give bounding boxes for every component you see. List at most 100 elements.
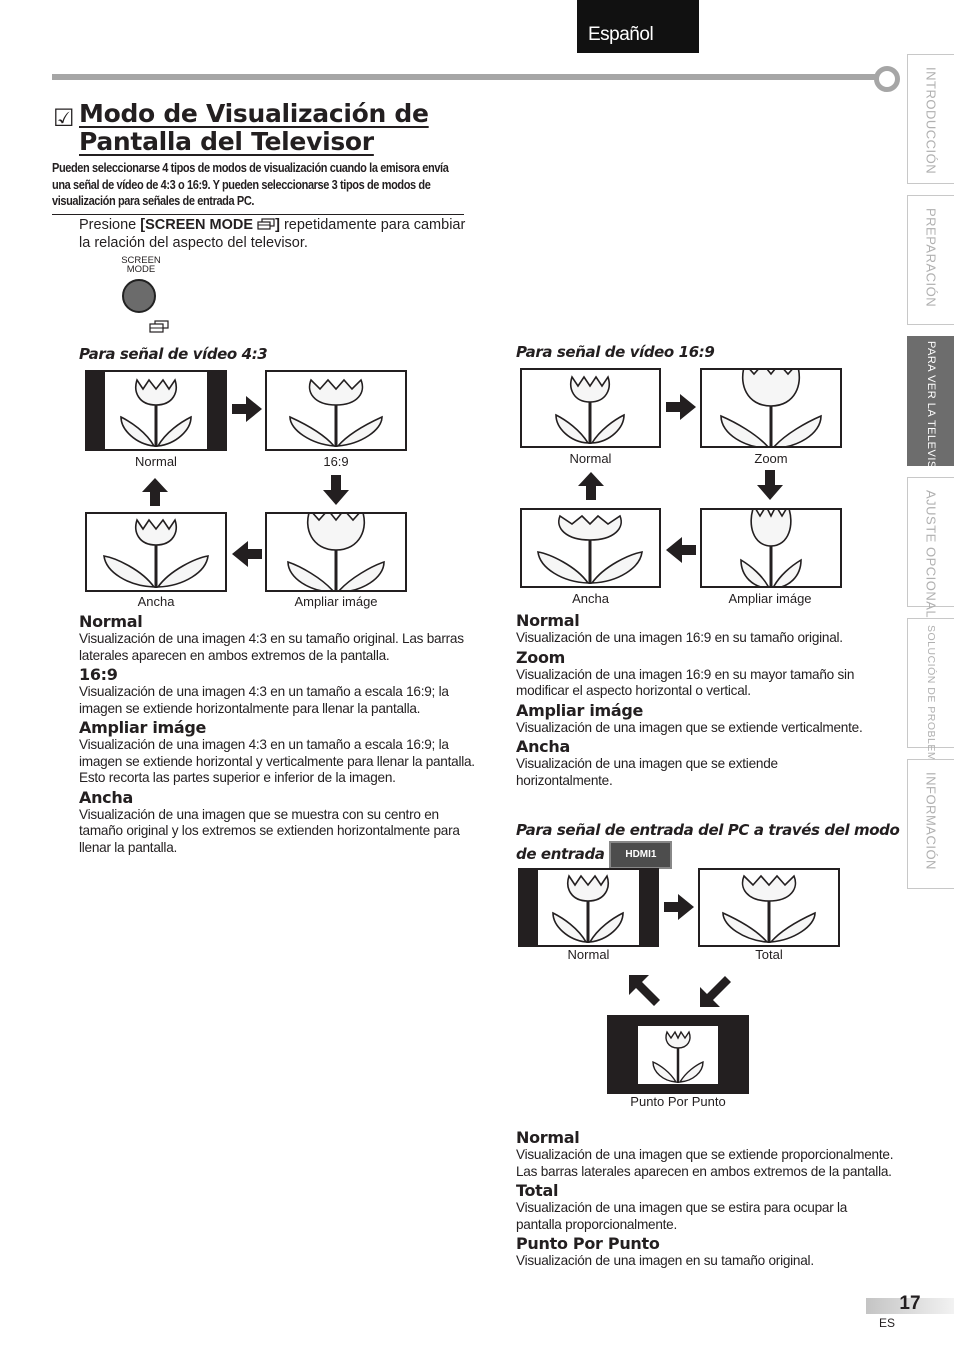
arrow-down-icon [757, 470, 783, 500]
screen-illustration-normal-pc [518, 868, 659, 947]
button-label-line2: MODE [126, 264, 156, 275]
side-tab-para-ver-la-television[interactable]: PARA VER LA TELEVISIÓN [907, 336, 954, 490]
side-tab-label: SOLUCIÓN DE PROBLEMAS [925, 625, 937, 777]
side-tab-solucion-de-problemas[interactable]: SOLUCIÓN DE PROBLEMAS [907, 618, 954, 776]
tulip-icon [740, 510, 802, 586]
arrow-up-icon [578, 472, 604, 500]
desc-title: Punto Por Punto [516, 1234, 660, 1253]
descriptions-pc: Normal Visualización de una imagen que s… [516, 1129, 896, 1272]
screen-mode-icon [149, 320, 169, 338]
desc-title: Ampliar imáge [79, 718, 207, 737]
desc-text: Visualización de una imagen que se muest… [79, 806, 460, 855]
screen-illustration-total-pc [698, 868, 840, 947]
screen-illustration-ancha-169 [520, 508, 661, 588]
page-language-code: ES [879, 1316, 896, 1330]
arrow-up-left-icon [629, 975, 661, 1007]
screen-mode-button[interactable] [122, 279, 156, 313]
side-tab-label: INTRODUCCIÓN [923, 67, 939, 175]
arrow-right-icon [666, 394, 696, 420]
desc-text: Visualización de una imagen 16:9 en su t… [516, 630, 843, 645]
side-tab-informacion[interactable]: INFORMACIÓN [907, 759, 954, 889]
desc-text: Visualización de una imagen que se estir… [516, 1200, 848, 1232]
tulip-icon [555, 375, 625, 444]
desc-text: Visualización de una imagen 16:9 en su m… [516, 666, 855, 699]
side-tab-label: INFORMACIÓN [923, 772, 939, 870]
desc-text: Visualización de una imagen 4:3 en su ta… [79, 631, 464, 663]
tulip-icon [638, 1026, 718, 1084]
desc-text: Visualización de una imagen 4:3 en un ta… [79, 684, 449, 716]
screen-illustration-169-43 [265, 370, 407, 451]
intro-divider [52, 214, 464, 215]
pc-heading-line1: Para señal de entrada del PC a través de… [516, 821, 900, 839]
screen-illustration-zoom-169 [700, 368, 842, 448]
caption-ampliar-169: Ampliar imáge [728, 591, 812, 606]
desc-title: Normal [79, 612, 143, 631]
pc-heading-line2: de entrada [516, 845, 610, 863]
desc-text: Visualización de una imagen que se extie… [516, 1147, 894, 1179]
arrow-down-icon [323, 475, 349, 505]
desc-text: Visualización de una imagen que se extie… [516, 719, 863, 735]
side-tab-ajuste-opcional[interactable]: AJUSTE OPCIONAL [907, 477, 954, 618]
instruction-text: Presione [SCREEN MODE ] repetidamente pa… [79, 217, 469, 252]
page-title-line2: Pantalla del Televisor [79, 127, 374, 156]
header-rule-ring [874, 66, 900, 92]
arrow-left-icon [666, 537, 696, 563]
page-title: Modo de Visualización de Pantalla del Te… [79, 100, 429, 156]
section-heading-video-169: Para señal de vídeo 16:9 [516, 343, 715, 361]
screen-illustration-normal-169 [520, 368, 661, 448]
desc-title: Ampliar imáge [516, 700, 644, 720]
screen-mode-button-label: SCREEN MODE [112, 256, 170, 275]
caption-normal-43: Normal [135, 454, 177, 469]
tulip-icon [105, 372, 207, 449]
desc-text: Visualización de una imagen en su tamaño… [516, 1253, 814, 1268]
desc-title: Normal [516, 1128, 580, 1147]
desc-title: Ancha [516, 737, 570, 756]
caption-zoom-169: Zoom [754, 451, 788, 466]
desc-text: Visualización de una imagen que se extie… [516, 756, 778, 788]
screen-illustration-ampliar-43 [265, 512, 407, 592]
caption-normal-pc: Normal [567, 947, 610, 962]
desc-title: Ancha [79, 787, 133, 807]
tulip-icon [720, 370, 822, 446]
checkbox-icon: ☑ [53, 105, 75, 132]
tulip-icon [103, 518, 209, 588]
tulip-icon [538, 870, 639, 945]
desc-title: 16:9 [79, 665, 118, 684]
page-number: 17 [899, 1293, 921, 1314]
screen-illustration-normal-43 [85, 370, 227, 451]
caption-normal-169: Normal [569, 451, 612, 466]
hdmi1-badge: HDMI1 [609, 841, 673, 869]
section-heading-pc: Para señal de entrada del PC a través de… [516, 819, 906, 869]
screen-illustration-ampliar-169 [700, 508, 842, 588]
desc-text: Visualización de una imagen 4:3 en un ta… [79, 737, 475, 785]
descriptions-video-43: Normal Visualización de una imagen 4:3 e… [79, 613, 479, 858]
side-tab-preparacion[interactable]: PREPARACIÓN [907, 195, 954, 325]
screen-illustration-dot-by-dot-pc [607, 1015, 749, 1094]
intro-text: Pueden seleccionarse 4 tipos de modos de… [52, 161, 449, 208]
header-rule [52, 74, 878, 80]
descriptions-video-169: Normal Visualización de una imagen 16:9 … [516, 612, 906, 791]
tulip-icon [722, 874, 816, 943]
caption-total-pc: Total [755, 947, 783, 962]
desc-title: Normal [516, 611, 580, 630]
screen-illustration-ancha-43 [85, 512, 227, 592]
arrow-up-icon [142, 478, 168, 506]
caption-ampliar-43: Ampliar imáge [294, 594, 378, 609]
language-tab: Español [577, 0, 699, 53]
instruction-prefix: Presione [79, 217, 141, 233]
page-title-line1: Modo de Visualización de [79, 99, 429, 128]
side-tab-label: PREPARACIÓN [923, 208, 939, 308]
side-tab-introduccion[interactable]: INTRODUCCIÓN [907, 54, 954, 184]
tulip-icon [289, 378, 383, 447]
side-tab-label: PARA VER LA TELEVISIÓN [925, 341, 937, 490]
side-tab-label: AJUSTE OPCIONAL [923, 490, 939, 619]
desc-title: Total [516, 1181, 559, 1200]
caption-ancha-169: Ancha [572, 591, 609, 606]
arrow-right-icon [232, 396, 262, 422]
section-heading-video-43: Para señal de vídeo 4:3 [79, 345, 268, 363]
screen-mode-icon [257, 218, 275, 235]
tulip-icon [287, 514, 385, 590]
tulip-icon [537, 514, 643, 584]
arrow-left-icon [232, 541, 262, 567]
caption-dot-by-dot-pc: Punto Por Punto [630, 1094, 726, 1109]
